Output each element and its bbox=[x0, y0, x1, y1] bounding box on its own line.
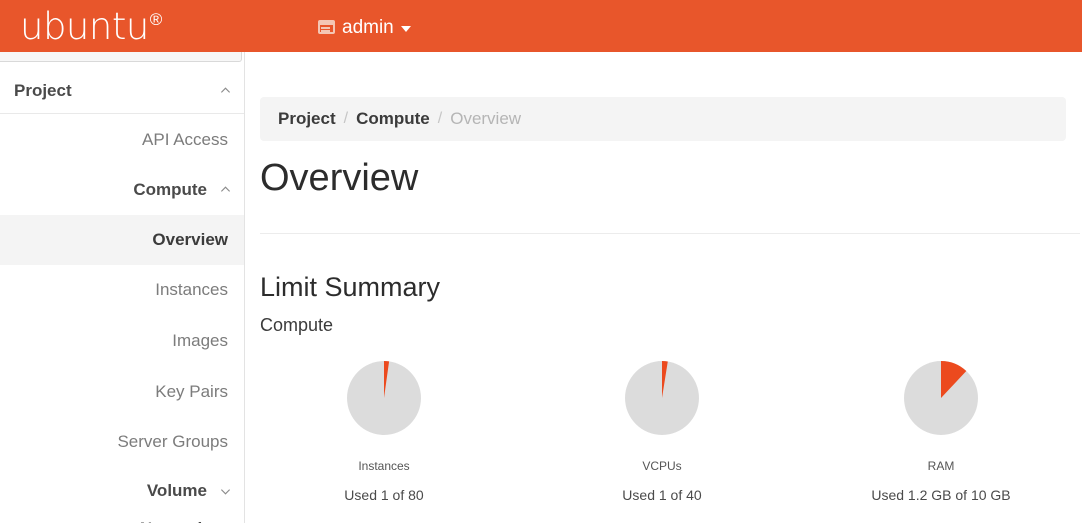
user-menu-label: admin bbox=[342, 16, 394, 38]
sidebar-item-network[interactable]: Network bbox=[0, 504, 244, 523]
compute-subheading: Compute bbox=[260, 315, 334, 335]
caret-down-icon bbox=[400, 25, 411, 32]
chevron-down-icon bbox=[220, 486, 231, 497]
sidebar-item-label: Server Groups bbox=[117, 432, 228, 451]
gauge-usage-label: Used 1 of 80 bbox=[344, 487, 424, 503]
list-table-icon bbox=[318, 20, 335, 34]
sidebar-item-compute[interactable]: Compute bbox=[0, 165, 244, 215]
project-selector-dropdown[interactable] bbox=[0, 52, 242, 62]
sidebar-item-label: Images bbox=[172, 331, 228, 350]
registered-trademark-icon: ® bbox=[149, 9, 163, 29]
breadcrumb-item-overview: Overview bbox=[450, 109, 522, 128]
gauge-title: RAM bbox=[927, 459, 955, 473]
pie-chart-ram bbox=[904, 361, 978, 435]
user-menu-admin[interactable]: admin bbox=[318, 14, 411, 40]
chevron-up-icon bbox=[220, 184, 231, 195]
limit-summary-gauges: Instances Used 1 of 80 VCPUs Used 1 of 4… bbox=[246, 352, 1082, 523]
pie-chart-vcpus bbox=[625, 361, 699, 435]
gauge-ram: RAM Used 1.2 GB of 10 GB bbox=[826, 352, 1056, 502]
sidebar-item-label: API Access bbox=[142, 130, 228, 149]
gauge-instances: Instances Used 1 of 80 bbox=[269, 352, 499, 502]
brand-wordmark: ubuntu bbox=[20, 4, 149, 48]
sidebar-item-label: Network bbox=[140, 519, 207, 523]
sidebar-item-overview[interactable]: Overview bbox=[0, 215, 244, 265]
page-title: Overview bbox=[260, 157, 419, 199]
pie-chart-instances bbox=[347, 361, 421, 435]
sidebar-item-label: Compute bbox=[133, 180, 207, 199]
breadcrumb-separator: / bbox=[343, 110, 349, 127]
main-content: Project / Compute / Overview Overview Li… bbox=[246, 52, 1082, 523]
sidebar-section-project[interactable]: Project bbox=[0, 68, 244, 114]
gauge-usage-label: Used 1 of 40 bbox=[622, 487, 702, 503]
sidebar-item-api-access[interactable]: API Access bbox=[0, 115, 244, 165]
gauge-usage-label: Used 1.2 GB of 10 GB bbox=[871, 487, 1011, 503]
gauge-title: VCPUs bbox=[642, 459, 682, 473]
gauge-vcpus: VCPUs Used 1 of 40 bbox=[547, 352, 777, 502]
title-divider bbox=[260, 233, 1080, 234]
sidebar-item-instances[interactable]: Instances bbox=[0, 265, 244, 315]
breadcrumb-item-project[interactable]: Project bbox=[278, 109, 336, 129]
sidebar-item-images[interactable]: Images bbox=[0, 316, 244, 366]
limit-summary-heading: Limit Summary bbox=[260, 272, 441, 302]
sidebar-item-label: Volume bbox=[146, 481, 207, 500]
breadcrumb-item-compute[interactable]: Compute bbox=[356, 109, 430, 129]
sidebar-item-label: Overview bbox=[152, 230, 228, 249]
sidebar-section-project-label: Project bbox=[14, 80, 72, 100]
gauge-title: Instances bbox=[358, 459, 410, 473]
sidebar-item-server-groups[interactable]: Server Groups bbox=[0, 417, 244, 467]
chevron-up-icon bbox=[220, 85, 231, 96]
ubuntu-logo[interactable]: ubuntu ® bbox=[20, 2, 162, 50]
sidebar-item-label: Key Pairs bbox=[155, 382, 228, 401]
breadcrumb: Project / Compute / Overview bbox=[260, 97, 1066, 141]
sidebar-item-key-pairs[interactable]: Key Pairs bbox=[0, 367, 244, 417]
sidebar: Project API Access Compute Overview Inst… bbox=[0, 52, 245, 523]
breadcrumb-separator: / bbox=[437, 110, 443, 127]
sidebar-item-label: Instances bbox=[155, 280, 228, 299]
top-header-bar: ubuntu ® admin bbox=[0, 0, 1082, 52]
